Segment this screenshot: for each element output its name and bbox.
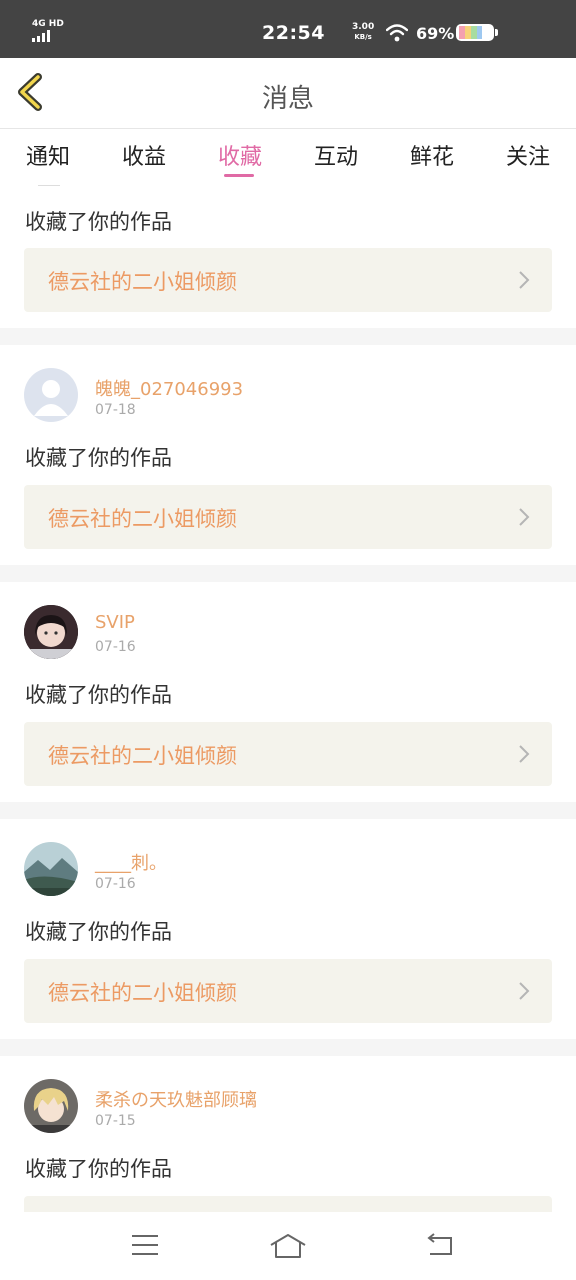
username[interactable]: 魄魄_027046993 [95, 375, 243, 401]
anime-avatar-icon [24, 1079, 78, 1133]
work-link[interactable]: 德云社的二小姐倾颜 [24, 248, 552, 312]
page-title: 消息 [261, 84, 314, 114]
active-tab-indicator [224, 174, 254, 177]
action-text: 收藏了你的作品 [25, 446, 172, 470]
system-nav-bar [0, 1212, 576, 1280]
tab-following[interactable]: 关注 [480, 139, 576, 171]
battery-percent: 69% [416, 24, 455, 43]
list-item: 柔杀の天玖魅部顾璃 07-15 收藏了你的作品 [0, 1056, 576, 1212]
home-icon[interactable] [268, 1232, 308, 1260]
avatar[interactable] [24, 1079, 78, 1133]
tab-notifications[interactable]: 通知 [0, 139, 96, 171]
signal-icon [32, 30, 56, 42]
username[interactable]: 柔杀の天玖魅部顾璃 [95, 1086, 257, 1112]
network-indicator: 4G HD [32, 19, 64, 29]
work-title: 德云社的二小姐倾颜 [48, 981, 237, 1005]
header-bar: 消息 [0, 58, 576, 129]
work-title: 德云社的二小姐倾颜 [48, 507, 237, 531]
work-link[interactable]: 德云社的二小姐倾颜 [24, 485, 552, 549]
work-link[interactable]: 德云社的二小姐倾颜 [24, 722, 552, 786]
work-title: 德云社的二小姐倾颜 [48, 744, 237, 768]
date: 07-18 [95, 402, 136, 418]
list-item: 魄魄_027046993 07-18 收藏了你的作品 德云社的二小姐倾颜 [0, 345, 576, 565]
avatar[interactable] [24, 842, 78, 896]
work-link[interactable]: 德云社的二小姐倾颜 [24, 959, 552, 1023]
avatar-edge [38, 185, 60, 186]
clock: 22:54 [262, 22, 325, 44]
battery-icon [456, 24, 494, 41]
list-item: ____刺。 07-16 收藏了你的作品 德云社的二小姐倾颜 [0, 819, 576, 1039]
tab-earnings[interactable]: 收益 [96, 139, 192, 171]
tab-flowers[interactable]: 鲜花 [384, 139, 480, 171]
status-bar: 4G HD 22:54 3.00 KB/s 69% [0, 0, 576, 58]
date: 07-16 [95, 639, 136, 655]
default-avatar-icon [34, 380, 68, 416]
battery-tip [495, 29, 498, 36]
work-title: 德云社的二小姐倾颜 [48, 270, 237, 294]
network-speed: 3.00 KB/s [352, 22, 374, 42]
landscape-avatar-icon [24, 842, 78, 896]
speed-unit: KB/s [354, 33, 372, 41]
action-text: 收藏了你的作品 [25, 683, 172, 707]
username[interactable]: ____刺。 [95, 849, 167, 875]
work-link[interactable] [24, 1196, 552, 1212]
chevron-right-icon [519, 508, 530, 526]
message-feed[interactable]: 收藏了你的作品 德云社的二小姐倾颜 魄魄_027046993 07-18 收藏了… [0, 185, 576, 1212]
wifi-icon [386, 24, 408, 42]
tab-bar: 通知 收益 收藏 互动 鲜花 关注 [0, 129, 576, 185]
avatar[interactable] [24, 368, 78, 422]
menu-icon[interactable] [130, 1232, 160, 1258]
tab-interactions[interactable]: 互动 [288, 139, 384, 171]
chevron-right-icon [519, 271, 530, 289]
girl-photo-avatar-icon [24, 605, 78, 659]
avatar[interactable] [24, 605, 78, 659]
back-icon[interactable] [424, 1232, 456, 1258]
action-text: 收藏了你的作品 [25, 210, 172, 234]
date: 07-16 [95, 876, 136, 892]
tab-favorites[interactable]: 收藏 [192, 139, 288, 171]
chevron-right-icon [519, 982, 530, 1000]
action-text: 收藏了你的作品 [25, 920, 172, 944]
speed-value: 3.00 [352, 22, 375, 32]
chevron-right-icon [519, 745, 530, 763]
username[interactable]: SVIP [95, 612, 135, 633]
list-item: 收藏了你的作品 德云社的二小姐倾颜 [0, 185, 576, 328]
action-text: 收藏了你的作品 [25, 1157, 172, 1181]
date: 07-15 [95, 1113, 136, 1129]
list-item: SVIP 07-16 收藏了你的作品 德云社的二小姐倾颜 [0, 582, 576, 802]
